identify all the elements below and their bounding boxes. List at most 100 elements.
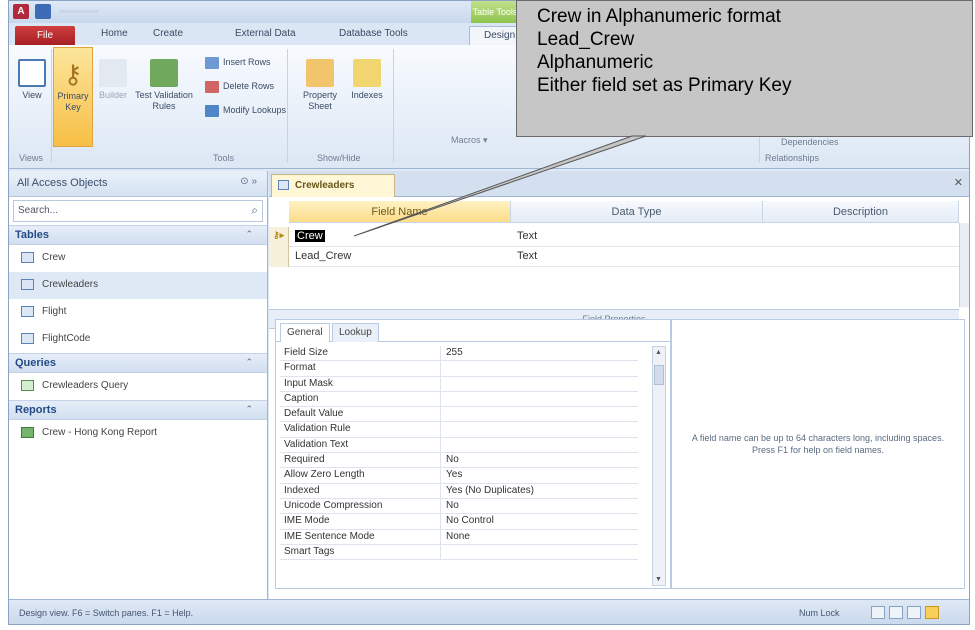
- property-row[interactable]: Allow Zero Length Yes: [280, 468, 638, 484]
- column-header-description: Description: [763, 201, 959, 223]
- row-selector[interactable]: [269, 247, 289, 267]
- field-name-cell[interactable]: Crew: [295, 230, 325, 242]
- nav-item-flight[interactable]: Flight: [9, 299, 267, 326]
- grid-scrollbar[interactable]: [959, 223, 969, 307]
- tab-home[interactable]: Home: [101, 28, 128, 39]
- nav-item-flightcode[interactable]: FlightCode: [9, 326, 267, 353]
- view-button[interactable]: View: [13, 59, 51, 101]
- property-row[interactable]: Format: [280, 361, 638, 377]
- validation-check-icon: [150, 59, 178, 87]
- property-label: Unicode Compression: [284, 499, 383, 511]
- property-row[interactable]: Input Mask: [280, 376, 638, 392]
- nav-collapse-icon[interactable]: ⊙ »: [240, 176, 257, 187]
- tab-database-tools[interactable]: Database Tools: [339, 28, 408, 39]
- delete-rows-label: Delete Rows: [223, 81, 275, 91]
- table-icon: [21, 333, 34, 344]
- property-value[interactable]: No: [446, 454, 459, 465]
- property-row[interactable]: Unicode Compression No: [280, 498, 638, 515]
- property-value[interactable]: No: [446, 500, 459, 511]
- property-row[interactable]: Default Value: [280, 407, 638, 423]
- insert-rows-button[interactable]: Insert Rows: [205, 53, 271, 71]
- property-row[interactable]: Required No: [280, 453, 638, 469]
- property-value[interactable]: None: [446, 531, 470, 542]
- group-label-relationships: Relationships: [765, 153, 820, 163]
- test-validation-rules-button[interactable]: Test Validation Rules: [133, 59, 195, 112]
- tab-lookup[interactable]: Lookup: [332, 323, 379, 342]
- field-name-cell[interactable]: Lead_Crew: [295, 250, 351, 262]
- pivot-chart-view-icon[interactable]: [907, 606, 921, 619]
- primary-key-button[interactable]: ⚷ Primary Key: [53, 47, 93, 147]
- close-icon[interactable]: ✕: [954, 176, 963, 189]
- property-row[interactable]: Validation Text: [280, 437, 638, 454]
- property-row[interactable]: Caption: [280, 391, 638, 408]
- properties-scrollbar[interactable]: ▲ ▼: [652, 346, 666, 586]
- property-row[interactable]: Validation Rule: [280, 422, 638, 438]
- property-label: Input Mask: [284, 377, 333, 389]
- search-icon[interactable]: ⌕: [251, 203, 258, 218]
- data-type-cell[interactable]: Text: [517, 230, 537, 242]
- property-label: Validation Rule: [284, 423, 351, 435]
- nav-item-crew-hong-kong-report[interactable]: Crew - Hong Kong Report: [9, 420, 267, 447]
- quick-access-undo-icon[interactable]: [59, 10, 99, 13]
- group-label-show-hide: Show/Hide: [317, 153, 361, 163]
- scroll-up-icon[interactable]: ▲: [655, 349, 662, 356]
- property-label: Validation Text: [284, 438, 349, 450]
- property-row[interactable]: Indexed Yes (No Duplicates): [280, 483, 638, 499]
- pivot-table-view-icon[interactable]: [889, 606, 903, 619]
- property-help-box: A field name can be up to 64 characters …: [671, 319, 965, 589]
- scroll-thumb[interactable]: [654, 365, 664, 385]
- tab-general[interactable]: General: [280, 323, 330, 342]
- chevron-up-icon: ⌃: [245, 404, 253, 414]
- property-value[interactable]: 255: [446, 347, 463, 358]
- property-value[interactable]: Yes (No Duplicates): [446, 485, 534, 496]
- nav-item-crewleaders-query[interactable]: Crewleaders Query: [9, 373, 267, 400]
- save-icon[interactable]: [35, 4, 51, 19]
- table-icon: [278, 180, 289, 191]
- property-sheet-button[interactable]: Property Sheet: [295, 59, 345, 112]
- row-selector[interactable]: ⚷▸: [269, 227, 289, 247]
- property-value[interactable]: Yes: [446, 469, 462, 480]
- property-row[interactable]: Smart Tags: [280, 544, 638, 561]
- dependencies-label[interactable]: Dependencies: [781, 137, 839, 147]
- data-type-cell[interactable]: Text: [517, 250, 537, 262]
- design-view-icon[interactable]: [925, 606, 939, 619]
- scroll-down-icon[interactable]: ▼: [655, 576, 662, 583]
- tab-create[interactable]: Create: [153, 28, 183, 39]
- modify-lookups-label: Modify Lookups: [223, 105, 287, 115]
- document-tab-crewleaders[interactable]: Crewleaders: [271, 174, 395, 197]
- property-label: IME Sentence Mode: [284, 530, 375, 542]
- table-row[interactable]: Lead_Crew Text: [269, 247, 959, 267]
- nav-search-input[interactable]: Search... ⌕: [13, 200, 263, 222]
- indexes-button[interactable]: Indexes: [347, 59, 387, 101]
- property-value[interactable]: No Control: [446, 515, 494, 526]
- navigation-pane-header[interactable]: All Access Objects ⊙ »: [9, 171, 267, 197]
- tab-external-data[interactable]: External Data: [235, 28, 296, 39]
- column-header-field-name: Field Name: [289, 201, 511, 223]
- delete-rows-button[interactable]: Delete Rows: [205, 77, 274, 95]
- nav-item-label: Crew: [42, 252, 66, 264]
- nav-item-crew[interactable]: Crew: [9, 245, 267, 272]
- tab-design[interactable]: Design: [469, 26, 521, 45]
- callout-line: Either field set as Primary Key: [537, 75, 792, 96]
- num-lock-indicator: Num Lock: [799, 608, 840, 618]
- nav-group-reports[interactable]: Reports ⌃: [9, 400, 267, 420]
- builder-button[interactable]: Builder: [95, 59, 131, 101]
- table-row[interactable]: ⚷▸ Crew Text: [269, 227, 959, 247]
- modify-lookups-button[interactable]: Modify Lookups: [205, 101, 286, 119]
- property-label: Format: [284, 362, 316, 374]
- nav-group-tables[interactable]: Tables ⌃: [9, 225, 267, 245]
- nav-item-crewleaders[interactable]: Crewleaders: [9, 272, 267, 299]
- document-tab-strip: Crewleaders ✕: [269, 171, 969, 197]
- nav-item-label: Crewleaders Query: [42, 380, 129, 392]
- nav-item-label: Crewleaders: [42, 279, 99, 291]
- property-row[interactable]: Field Size 255: [280, 346, 638, 362]
- property-row[interactable]: IME Sentence Mode None: [280, 529, 638, 545]
- status-text: Design view. F6 = Switch panes. F1 = Hel…: [19, 608, 194, 618]
- insert-rows-icon: [205, 56, 219, 69]
- property-row[interactable]: IME Mode No Control: [280, 514, 638, 530]
- datasheet-view-icon[interactable]: [871, 606, 885, 619]
- nav-group-queries[interactable]: Queries ⌃: [9, 353, 267, 373]
- macros-dropdown[interactable]: Macros ▾: [451, 135, 488, 146]
- field-design-grid: Field Name Data Type Description ⚷▸ Crew…: [269, 197, 969, 329]
- tab-file[interactable]: File: [15, 26, 75, 45]
